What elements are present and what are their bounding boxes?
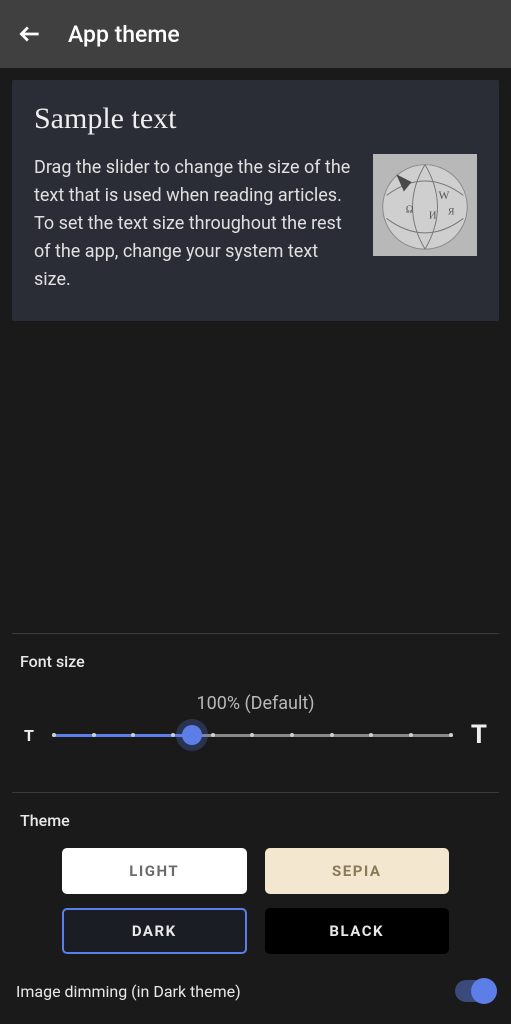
font-size-slider[interactable] <box>52 723 453 747</box>
app-header: App theme <box>0 0 511 68</box>
font-size-caption: 100% (Default) <box>16 693 495 714</box>
back-button[interactable] <box>16 20 44 48</box>
svg-text:Я: Я <box>448 207 455 218</box>
svg-text:Ω: Ω <box>406 205 414 216</box>
svg-text:И: И <box>429 210 437 221</box>
slider-thumb[interactable] <box>182 725 202 745</box>
image-dimming-label: Image dimming (in Dark theme) <box>16 982 241 1001</box>
font-size-min-icon: T <box>24 726 34 745</box>
sample-body-text: Drag the slider to change the size of th… <box>34 154 353 293</box>
svg-text:W: W <box>438 190 449 202</box>
theme-option-sepia[interactable]: SEPIA <box>265 848 450 894</box>
font-size-label: Font size <box>16 652 495 671</box>
font-size-max-icon: T <box>471 720 487 750</box>
theme-option-dark[interactable]: DARK <box>62 908 247 954</box>
font-size-section: Font size 100% (Default) T T <box>12 652 499 768</box>
theme-label: Theme <box>16 811 495 830</box>
content-area: Sample text Drag the slider to change th… <box>0 68 511 1024</box>
theme-option-light[interactable]: LIGHT <box>62 848 247 894</box>
sample-preview-card: Sample text Drag the slider to change th… <box>12 80 499 321</box>
section-divider <box>12 633 499 634</box>
theme-section: Theme LIGHT SEPIA DARK BLACK <box>12 811 499 980</box>
toggle-knob-icon <box>471 978 497 1004</box>
image-dimming-row: Image dimming (in Dark theme) <box>12 980 499 1012</box>
image-dimming-toggle[interactable] <box>455 980 495 1002</box>
sample-image: W Ω И Я <box>373 154 477 256</box>
theme-option-black[interactable]: BLACK <box>265 908 450 954</box>
sample-heading: Sample text <box>34 102 477 136</box>
section-divider <box>12 792 499 793</box>
wikipedia-globe-icon: W Ω И Я <box>377 157 473 253</box>
arrow-left-icon <box>17 21 43 47</box>
page-title: App theme <box>68 21 180 48</box>
